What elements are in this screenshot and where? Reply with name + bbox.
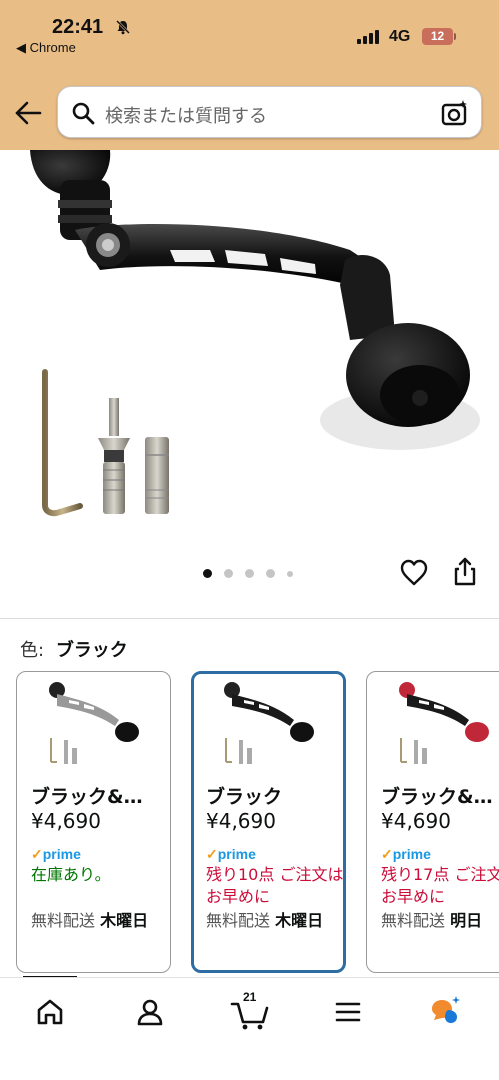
bottom-navigation: 21 [0,977,499,1080]
back-to-app-link[interactable]: ◀ Chrome [16,40,76,56]
shipping-info: 無料配送 木曜日 [31,909,170,933]
search-input[interactable]: 検索または質問する [57,86,482,138]
selected-color-value: ブラック [55,640,128,661]
variant-thumbnail [224,682,314,764]
battery-tip [454,33,456,40]
variant-card[interactable]: ブラック&… ¥4,690 ✓prime 残り17点 ご注文はお早めに 無料配送… [366,671,499,973]
shipping-label: 無料配送 [381,911,451,930]
account-icon[interactable] [130,992,170,1032]
prime-label: prime [392,846,431,862]
back-arrow-icon[interactable] [14,100,42,126]
network-type: 4G [389,28,411,45]
prime-badge: ✓prime [31,846,81,862]
shipping-label: 無料配送 [206,911,276,930]
share-icon[interactable] [451,556,479,588]
color-selector-label: 色: ブラック [20,636,128,662]
stock-status: 残り10点 ご注文はお早めに [206,865,344,906]
battery-icon: 12 [422,28,456,45]
carousel-dot[interactable] [203,569,212,578]
cart-count: 21 [243,990,257,1004]
variant-price: ¥4,690 [31,809,101,833]
variant-price: ¥4,690 [206,809,276,833]
heart-icon[interactable] [399,558,429,588]
stock-status: 残り17点 ご注文はお早めに [381,865,499,906]
signal-icon [357,30,379,44]
carousel-dot[interactable] [287,571,293,577]
shipping-info: 無料配送 明日 [381,909,499,933]
cart-button[interactable]: 21 [229,990,275,1032]
carousel-dot[interactable] [245,569,254,578]
image-carousel-dots[interactable] [203,568,298,580]
status-time: 22:41 [52,16,104,38]
prime-badge: ✓prime [381,846,431,862]
status-bar: 22:41 ◀ Chrome 4G 12 [0,0,499,62]
prime-badge: ✓prime [206,846,256,862]
variant-price: ¥4,690 [381,809,451,833]
carousel-dot[interactable] [224,569,233,578]
section-divider [0,618,499,619]
stock-status: 在庫あり。 [31,865,111,884]
prime-label: prime [42,846,81,862]
variant-thumbnail [49,682,139,764]
shipping-day: 木曜日 [100,911,149,930]
rufus-ai-icon[interactable] [426,992,466,1032]
home-icon[interactable] [30,992,70,1032]
shipping-label: 無料配送 [31,911,101,930]
variant-name: ブラック&… [381,786,493,808]
variant-card-selected[interactable]: ブラック ¥4,690 ✓prime 残り10点 ご注文はお早めに 無料配送 木… [191,671,346,973]
variant-name: ブラック&… [31,786,143,808]
search-icon [72,102,95,125]
menu-icon[interactable] [328,992,368,1032]
variant-card[interactable]: ブラック&… ¥4,690 ✓prime 在庫あり。 無料配送 木曜日 [16,671,171,973]
reel-handle-photo [30,150,480,517]
variant-name: ブラック [206,786,283,808]
shipping-day: 明日 [450,911,483,930]
bell-off-icon [116,20,130,35]
carousel-dot[interactable] [266,569,275,578]
camera-search-icon[interactable] [441,99,469,127]
shipping-info: 無料配送 木曜日 [206,909,343,933]
variant-thumbnail [399,682,489,764]
battery-level: 12 [422,28,453,45]
shipping-day: 木曜日 [275,911,324,930]
prime-label: prime [217,846,256,862]
color-label: 色: [20,640,45,661]
product-image[interactable] [0,150,499,550]
search-placeholder: 検索または質問する [105,106,267,127]
